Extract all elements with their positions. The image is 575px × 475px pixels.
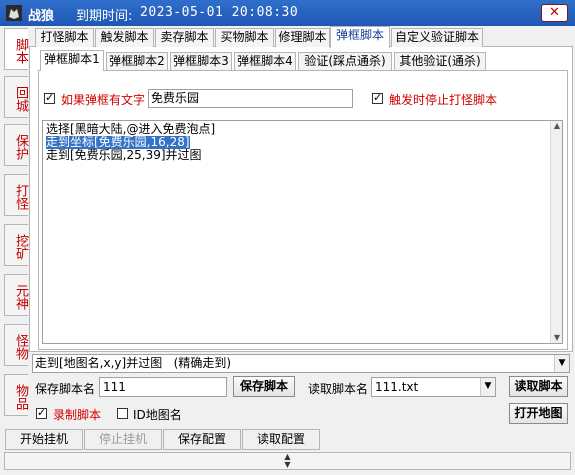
save-script-name-label: 保存脚本名	[35, 382, 96, 396]
subtab-popup-3[interactable]: 弹框脚本3	[170, 52, 232, 70]
record-script-checkbox[interactable]	[36, 406, 47, 419]
scroll-up-icon[interactable]: ▲	[551, 121, 563, 131]
popup-text-label: 如果弹框有文字	[61, 93, 146, 107]
expire-label: 到期时间:	[76, 9, 133, 24]
chevron-down-icon[interactable]: ▼	[480, 378, 495, 396]
subtab-verify-point[interactable]: 验证(踩点通杀)	[298, 52, 392, 70]
tab-fight-script[interactable]: 打怪脚本	[35, 28, 94, 47]
id-map-name-label: ID地图名	[133, 408, 182, 422]
script-line[interactable]: 走到[免费乐园,25,39]并过图	[46, 149, 202, 162]
stop-hangup-button[interactable]: 停止挂机	[84, 429, 162, 450]
load-script-name-value: 111.txt	[375, 380, 419, 394]
subtab-popup-1[interactable]: 弹框脚本1	[40, 50, 104, 71]
open-map-button[interactable]: 打开地图	[509, 403, 568, 424]
tab-sell-store-script[interactable]: 卖存脚本	[155, 28, 214, 47]
save-script-name-input[interactable]: 111	[99, 377, 227, 397]
vtab-monster[interactable]: 怪物	[4, 324, 28, 366]
id-map-name-checkbox[interactable]	[117, 408, 128, 419]
tab-trigger-script[interactable]: 触发脚本	[95, 28, 154, 47]
command-select-value: 走到[地图名,x,y]并过图 (精确走到)	[35, 356, 232, 370]
stop-on-trigger-checkbox[interactable]	[372, 91, 383, 104]
close-icon: ✕	[549, 5, 560, 20]
popup-text-checkbox[interactable]	[44, 91, 55, 104]
vtab-fight[interactable]: 打怪	[4, 174, 28, 216]
record-script-label: 录制脚本	[53, 408, 102, 422]
load-script-button[interactable]: 读取脚本	[509, 376, 568, 397]
vtab-protect[interactable]: 保护	[4, 124, 28, 166]
load-script-name-label: 读取脚本名	[308, 382, 369, 396]
stop-on-trigger-label: 触发时停止打怪脚本	[389, 93, 498, 107]
splitter-bar[interactable]: ▲ ▼	[4, 452, 571, 470]
save-script-button[interactable]: 保存脚本	[233, 376, 295, 397]
vtab-item[interactable]: 物品	[4, 374, 28, 416]
popup-text-input[interactable]: 免费乐园	[148, 89, 353, 108]
subtab-popup-4[interactable]: 弹框脚本4	[234, 52, 296, 70]
vtab-return-city[interactable]: 回城	[4, 76, 28, 118]
title-bar: 战狼 到期时间: 2023-05-01 20:08:30 ✕	[0, 0, 575, 26]
splitter-down-icon: ▼	[284, 460, 291, 469]
close-button[interactable]: ✕	[541, 4, 568, 22]
start-hangup-button[interactable]: 开始挂机	[5, 429, 83, 450]
load-config-button[interactable]: 读取配置	[242, 429, 320, 450]
vtab-script[interactable]: 脚本	[4, 28, 28, 70]
tab-popup-script[interactable]: 弹框脚本	[330, 26, 390, 48]
tab-repair-script[interactable]: 修理脚本	[275, 28, 330, 47]
save-config-button[interactable]: 保存配置	[163, 429, 241, 450]
vtab-spirit[interactable]: 元神	[4, 274, 28, 316]
expire-time: 2023-05-01 20:08:30	[140, 5, 299, 20]
wolf-icon	[6, 5, 22, 21]
vtab-mining[interactable]: 挖矿	[4, 224, 28, 266]
tab-buy-script[interactable]: 买物脚本	[215, 28, 274, 47]
app-title: 战狼	[28, 9, 55, 24]
scroll-down-icon[interactable]: ▼	[551, 333, 563, 343]
load-script-name-select[interactable]: 111.txt ▼	[371, 377, 496, 397]
tab-custom-verify-script[interactable]: 自定义验证脚本	[391, 28, 483, 47]
chevron-down-icon[interactable]: ▼	[554, 355, 569, 372]
subtab-popup-2[interactable]: 弹框脚本2	[106, 52, 168, 70]
command-select[interactable]: 走到[地图名,x,y]并过图 (精确走到) ▼	[32, 354, 570, 373]
subtab-other-verify[interactable]: 其他验证(通杀)	[394, 52, 486, 70]
script-scrollbar[interactable]: ▲ ▼	[550, 121, 562, 343]
script-editor[interactable]: 选择[黑暗大陆,@进入免费泡点] 走到坐标[免费乐园,16,28] 走到[免费乐…	[42, 120, 563, 344]
